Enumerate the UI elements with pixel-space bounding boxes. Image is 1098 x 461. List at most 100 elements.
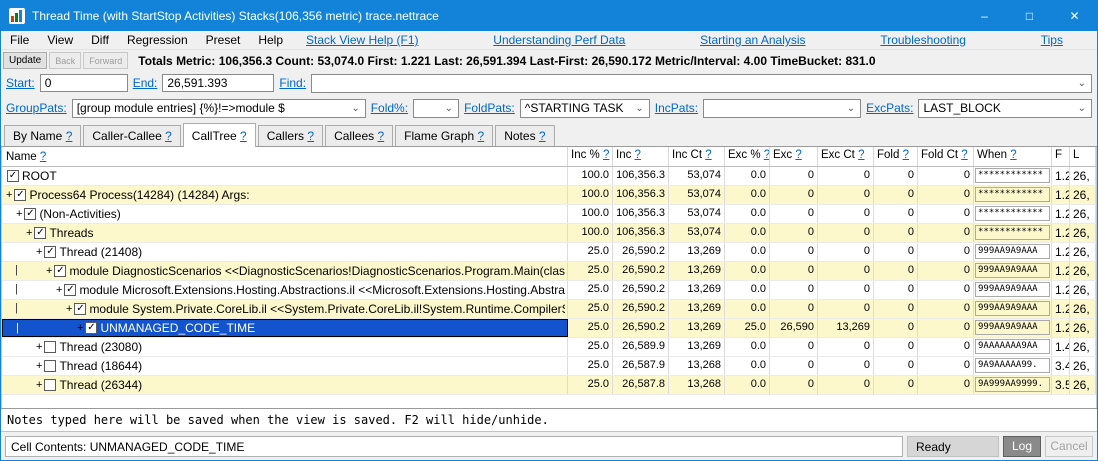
cell-inc[interactable]: 26,589.9 bbox=[613, 338, 669, 356]
expander-icon[interactable]: + bbox=[77, 322, 83, 334]
expander-icon[interactable]: + bbox=[36, 360, 42, 372]
cell-inc-ct[interactable]: 53,074 bbox=[669, 205, 725, 223]
dropdown-arrow-icon[interactable]: ⌄ bbox=[844, 103, 858, 114]
row-checkbox[interactable] bbox=[44, 379, 57, 391]
cell-exc[interactable]: 0 bbox=[770, 376, 818, 394]
row-checkbox[interactable]: ✓ bbox=[24, 208, 37, 220]
cell-exc[interactable]: 0 bbox=[770, 205, 818, 223]
cell-inc-pct[interactable]: 25.0 bbox=[568, 338, 613, 356]
tab-help-link[interactable]: ? bbox=[66, 129, 73, 143]
row-checkbox[interactable] bbox=[44, 341, 57, 353]
column-header-inc[interactable]: Inc ? bbox=[613, 147, 669, 166]
foldpct-link[interactable]: Fold%: bbox=[371, 101, 408, 115]
cell-last[interactable]: 26, bbox=[1070, 224, 1096, 242]
cell-exc[interactable]: 0 bbox=[770, 338, 818, 356]
tree-row-non-activities[interactable]: + ✓ (Non-Activities) 100.0 106,356.3 53,074 0.… bbox=[2, 205, 1096, 224]
tab-help-link[interactable]: ? bbox=[307, 129, 314, 143]
dropdown-arrow-icon[interactable]: ⌄ bbox=[442, 103, 456, 114]
cell-inc-pct[interactable]: 25.0 bbox=[568, 262, 613, 280]
cell-first[interactable]: 1.2 bbox=[1052, 262, 1070, 280]
cell-exc[interactable]: 26,590 bbox=[770, 319, 818, 337]
column-header-last[interactable]: L bbox=[1070, 147, 1096, 166]
cell-inc-pct[interactable]: 25.0 bbox=[568, 319, 613, 337]
cell-exc[interactable]: 0 bbox=[770, 281, 818, 299]
cell-name[interactable]: | + ✓ UNMANAGED_CODE_TIME bbox=[2, 319, 568, 337]
column-header-fold[interactable]: Fold ? bbox=[874, 147, 918, 166]
column-header-inc-pct[interactable]: Inc % ? bbox=[568, 147, 613, 166]
column-help-link[interactable]: ? bbox=[1010, 149, 1016, 161]
cell-name[interactable]: | + ✓ module DiagnosticScenarios <<Diagnost… bbox=[2, 262, 568, 280]
column-header-exc[interactable]: Exc ? bbox=[770, 147, 818, 166]
cell-when[interactable]: 999AA9A9AAA bbox=[974, 319, 1052, 337]
tab-help-link[interactable]: ? bbox=[377, 129, 384, 143]
cell-fold[interactable]: 0 bbox=[874, 205, 918, 223]
grouppats-combobox[interactable]: [group module entries] {%}!=>module $ ⌄ bbox=[71, 98, 366, 118]
column-help-link[interactable]: ? bbox=[635, 149, 641, 161]
tree-row-module-system-private-corelib-il-system-[interactable]: | + ✓ module System.Private.CoreLib.il <<Sy… bbox=[2, 300, 1096, 319]
tab-help-link[interactable]: ? bbox=[539, 129, 546, 143]
cell-when[interactable]: ************ bbox=[974, 224, 1052, 242]
update-button[interactable]: Update bbox=[3, 52, 48, 69]
expander-icon[interactable]: + bbox=[36, 246, 42, 258]
tree-row-module-diagnosticscenarios-diagnosticsce[interactable]: | + ✓ module DiagnosticScenarios <<Diagnost… bbox=[2, 262, 1096, 281]
cell-fold[interactable]: 0 bbox=[874, 357, 918, 375]
tab-by-name[interactable]: By Name ? bbox=[4, 125, 82, 146]
tree-row-thread-26344[interactable]: + Thread (26344) 25.0 26,587.8 13,268 0.0 0 0 0 0… bbox=[2, 376, 1096, 395]
start-link[interactable]: Start: bbox=[6, 76, 35, 90]
cell-fold[interactable]: 0 bbox=[874, 186, 918, 204]
column-header-when[interactable]: When ? bbox=[974, 147, 1052, 166]
cell-last[interactable]: 26, bbox=[1070, 167, 1096, 185]
cell-fold[interactable]: 0 bbox=[874, 319, 918, 337]
cell-inc-ct[interactable]: 13,269 bbox=[669, 262, 725, 280]
cell-exc-ct[interactable]: 0 bbox=[818, 224, 874, 242]
cell-last[interactable]: 26, bbox=[1070, 376, 1096, 394]
cell-fold[interactable]: 0 bbox=[874, 338, 918, 356]
column-help-link[interactable]: ? bbox=[961, 149, 967, 161]
cell-last[interactable]: 26, bbox=[1070, 338, 1096, 356]
cell-exc[interactable]: 0 bbox=[770, 300, 818, 318]
cell-exc-ct[interactable]: 0 bbox=[818, 243, 874, 261]
help-link-understanding-perf-data[interactable]: Understanding Perf Data bbox=[493, 33, 625, 47]
help-link-troubleshooting[interactable]: Troubleshooting bbox=[880, 33, 966, 47]
cell-first[interactable]: 1.2 bbox=[1052, 205, 1070, 223]
cell-exc-pct[interactable]: 0.0 bbox=[725, 186, 770, 204]
cell-when[interactable]: 9AAAAAAA9AA bbox=[974, 338, 1052, 356]
column-help-link[interactable]: ? bbox=[40, 151, 46, 163]
cell-name[interactable]: | + ✓ module System.Private.CoreLib.il <<Sy… bbox=[2, 300, 568, 318]
row-checkbox[interactable]: ✓ bbox=[85, 322, 98, 334]
cell-inc[interactable]: 26,590.2 bbox=[613, 300, 669, 318]
row-checkbox[interactable]: ✓ bbox=[54, 265, 67, 277]
foldpats-link[interactable]: FoldPats: bbox=[464, 101, 515, 115]
cell-fold-ct[interactable]: 0 bbox=[918, 243, 974, 261]
menu-view[interactable]: View bbox=[38, 32, 82, 48]
cell-first[interactable]: 1.2 bbox=[1052, 243, 1070, 261]
cell-inc-pct[interactable]: 25.0 bbox=[568, 243, 613, 261]
cell-inc-pct[interactable]: 100.0 bbox=[568, 167, 613, 185]
minimize-button[interactable]: – bbox=[962, 1, 1007, 31]
row-checkbox[interactable]: ✓ bbox=[14, 189, 27, 201]
tab-callees[interactable]: Callees ? bbox=[325, 125, 394, 146]
help-link-tips[interactable]: Tips bbox=[1041, 33, 1063, 47]
column-help-link[interactable]: ? bbox=[903, 149, 909, 161]
cell-fold-ct[interactable]: 0 bbox=[918, 319, 974, 337]
cell-name[interactable]: + ✓ Process64 Process(14284) (14284) Args: bbox=[2, 186, 568, 204]
cell-when[interactable]: ************ bbox=[974, 167, 1052, 185]
back-button[interactable]: Back bbox=[49, 52, 82, 69]
find-link[interactable]: Find: bbox=[279, 76, 306, 90]
tree-row-thread-18644[interactable]: + Thread (18644) 25.0 26,587.9 13,268 0.0 0 0 0 0… bbox=[2, 357, 1096, 376]
tab-help-link[interactable]: ? bbox=[478, 129, 485, 143]
cell-inc[interactable]: 106,356.3 bbox=[613, 224, 669, 242]
menu-diff[interactable]: Diff bbox=[82, 32, 118, 48]
dropdown-arrow-icon[interactable]: ⌄ bbox=[1075, 103, 1089, 114]
menu-help[interactable]: Help bbox=[249, 32, 292, 48]
cell-inc-pct[interactable]: 25.0 bbox=[568, 300, 613, 318]
cell-exc-ct[interactable]: 0 bbox=[818, 300, 874, 318]
cell-inc[interactable]: 26,587.8 bbox=[613, 376, 669, 394]
tab-notes[interactable]: Notes ? bbox=[495, 125, 555, 146]
cell-exc-ct[interactable]: 0 bbox=[818, 167, 874, 185]
menu-preset[interactable]: Preset bbox=[197, 32, 250, 48]
cell-last[interactable]: 26, bbox=[1070, 262, 1096, 280]
cell-name[interactable]: + ✓ (Non-Activities) bbox=[2, 205, 568, 223]
cell-first[interactable]: 1.2 bbox=[1052, 224, 1070, 242]
cell-exc-pct[interactable]: 0.0 bbox=[725, 300, 770, 318]
